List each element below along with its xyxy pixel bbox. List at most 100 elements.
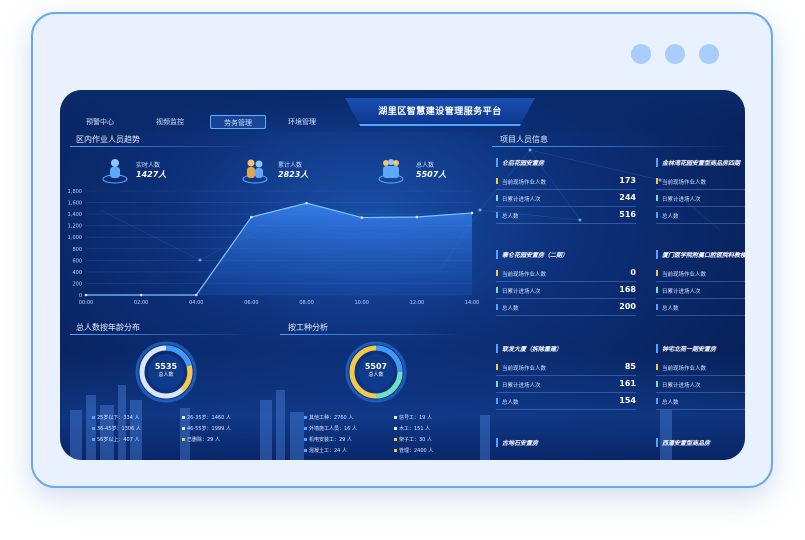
y-tick-label: 1,400 — [68, 212, 82, 218]
stat-total: 总人数 5507人 — [416, 160, 446, 180]
projects-right-column: 金林湾花园安置型商品房四期 当前现场作业人数 日累计进场人次 总人数 厦门医学院… — [656, 158, 745, 458]
x-tick-label: 14:00 — [465, 300, 479, 306]
project-3-row-2-label: 日累计进场人次 — [502, 383, 541, 389]
legend-square-icon — [394, 449, 397, 452]
project-6-row-3-label: 总人数 — [662, 306, 679, 312]
legend-square-icon — [394, 438, 397, 441]
stat-total-label: 总人数 — [416, 162, 435, 169]
tab-labor-management[interactable]: 劳务管理 — [210, 115, 266, 129]
row-divider — [656, 281, 745, 282]
legend-square-icon — [394, 427, 397, 430]
row-divider — [496, 298, 636, 299]
window-dot-1[interactable] — [631, 44, 651, 64]
stat-realtime-value: 1427人 — [136, 170, 167, 179]
y-tick-label: 1,200 — [68, 224, 82, 230]
work-legend-1: 其他工种：2760 人 — [304, 414, 353, 421]
row-marker — [496, 178, 498, 184]
project-title-6[interactable]: 厦门医学院附属口腔医院科教楼 — [656, 250, 745, 259]
age-total-value: 5535 — [154, 362, 178, 371]
y-tick-label: 600 — [72, 258, 82, 264]
project-1-row-2-value: 244 — [619, 193, 636, 202]
data-point — [139, 293, 143, 297]
project-7-row-3-label: 总人数 — [662, 400, 679, 406]
age-legend-6: 已删除：29 人 — [182, 436, 220, 443]
person-icon-total — [378, 159, 404, 184]
work-legend-2: 信号工：19 人 — [394, 414, 432, 421]
project-2-row-3-label: 总人数 — [502, 306, 519, 312]
tab-environment[interactable]: 环境管理 — [282, 115, 322, 129]
window-controls — [631, 44, 719, 64]
x-tick-label: 04:00 — [189, 300, 203, 306]
legend-square-icon — [182, 427, 185, 430]
age-legend-4: 46-55岁：1999 人 — [182, 425, 231, 432]
row-divider — [496, 375, 636, 376]
stat-total-value: 5507人 — [416, 170, 447, 179]
project-title-7[interactable]: 钟宅北苑一期安置房 — [656, 344, 716, 353]
project-1-row-1-label: 当前现场作业人数 — [502, 180, 547, 186]
work-legend-3: 外墙施工人员：16 人 — [304, 425, 357, 432]
row-divider — [496, 392, 636, 393]
project-title-4[interactable]: 古地石安置房 — [496, 438, 538, 447]
row-divider — [656, 375, 745, 376]
age-section-title: 总人数按年龄分布 — [76, 323, 140, 332]
row-divider — [656, 189, 745, 190]
row-marker — [496, 398, 498, 404]
stat-cumulative: 累计人数 2823人 — [278, 160, 308, 180]
project-title-8[interactable]: 西潘安置型商品房 — [656, 438, 710, 447]
legend-square-icon — [394, 416, 397, 419]
age-legend-2: 26-35岁：1460 人 — [182, 414, 231, 421]
row-marker — [656, 364, 658, 370]
stat-cumulative-label: 累计人数 — [278, 162, 303, 169]
work-section-underline — [280, 334, 460, 335]
trend-section-title: 区内作业人员趋势 — [76, 135, 140, 144]
y-tick-label: 400 — [72, 270, 82, 276]
project-title-3[interactable]: 联发大厦（拆除重建） — [496, 344, 562, 353]
tab-video-monitor[interactable]: 视频监控 — [150, 115, 190, 129]
project-title-2[interactable]: 寨仑花园安置房（二期） — [496, 250, 568, 259]
legend-square-icon — [304, 427, 307, 430]
project-3-row-1-label: 当前现场作业人数 — [502, 366, 547, 372]
window-dot-3[interactable] — [699, 44, 719, 64]
row-marker — [656, 304, 658, 310]
work-legend-6: 架子工：30 人 — [394, 436, 432, 443]
project-2-row-3-value: 200 — [619, 302, 636, 311]
project-5-row-3-label: 总人数 — [662, 214, 679, 220]
data-point — [415, 215, 419, 219]
stat-cumulative-value: 2823人 — [278, 170, 309, 179]
x-tick-label: 02:00 — [134, 300, 148, 306]
project-7-row-1-label: 当前现场作业人数 — [662, 366, 707, 372]
y-tick-label: 1,000 — [68, 235, 82, 241]
project-title-5[interactable]: 金林湾花园安置型商品房四期 — [656, 158, 740, 167]
row-divider — [496, 409, 636, 410]
window-dot-2[interactable] — [665, 44, 685, 64]
projects-section-underline — [492, 146, 732, 147]
work-total-value: 5507 — [364, 362, 388, 371]
x-tick-label: 08:00 — [299, 300, 313, 306]
row-divider — [496, 189, 636, 190]
row-divider — [496, 281, 636, 282]
project-6-row-1-label: 当前现场作业人数 — [662, 272, 707, 278]
row-marker — [496, 287, 498, 293]
tab-warning-center[interactable]: 预警中心 — [80, 115, 120, 129]
row-marker — [656, 270, 658, 276]
legend-square-icon — [92, 438, 95, 441]
row-marker — [656, 287, 658, 293]
project-6-row-2-label: 日累计进场人次 — [662, 289, 701, 295]
title-plate: 湖里区智慧建设管理服务平台 — [345, 98, 535, 126]
row-divider — [496, 206, 636, 207]
person-icon-realtime — [102, 159, 128, 184]
project-title-1[interactable]: 仑后花园安置房 — [496, 158, 544, 167]
project-2-row-2-value: 168 — [619, 285, 636, 294]
age-total-label: 总人数 — [158, 372, 174, 378]
row-marker — [656, 212, 658, 218]
age-legend-3: 36-45岁：1306 人 — [92, 425, 141, 432]
x-tick-label: 12:00 — [410, 300, 424, 306]
page-title: 湖里区智慧建设管理服务平台 — [378, 107, 502, 117]
row-divider — [656, 392, 745, 393]
person-icon-cumulative — [242, 159, 268, 184]
project-1-row-1-value: 173 — [619, 176, 636, 185]
age-legend-5: 56岁以上：407 人 — [92, 436, 140, 443]
x-tick-label: 00:00 — [79, 300, 93, 306]
project-2-row-1-label: 当前现场作业人数 — [502, 272, 547, 278]
project-3-row-1-value: 85 — [624, 362, 636, 371]
